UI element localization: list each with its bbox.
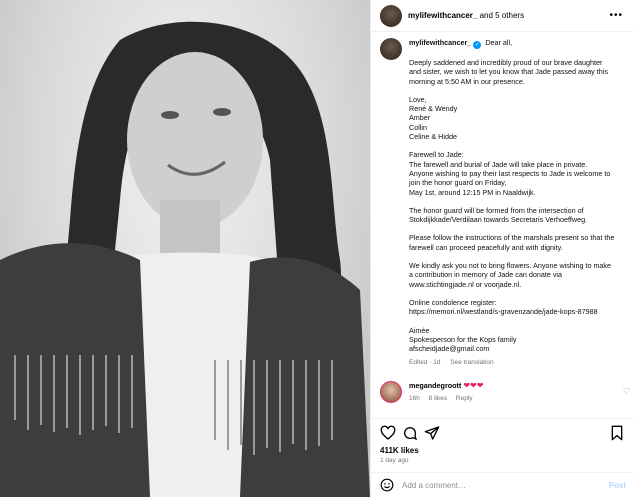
post-panel: mylifewithcancer_ and 5 others ••• mylif… [370,0,634,497]
verified-icon: ✓ [473,41,482,49]
caption-line: afscheidjade@gmail.com [409,344,490,354]
caption-line: May 1st, around 12:15 PM in Naaldwijk. [409,187,536,197]
caption-line: Spokesperson for the Kops family [409,334,517,344]
caption-line: Aimée [409,325,430,335]
caption-meta: Edited · 1d See translation [409,358,627,367]
comment-time: 16h [409,395,420,402]
header-username[interactable]: mylifewithcancer_ [408,11,477,20]
caption-line: The farewell and burial of Jade will tak… [409,159,588,169]
author-avatar[interactable] [380,4,402,27]
caption-line: We kindly ask you not to bring flowers. … [409,261,612,271]
comment-icon[interactable] [402,425,418,441]
caption-line: Dear all, [485,38,513,47]
comment-like-icon[interactable]: ♡ [623,387,630,396]
comment-input[interactable] [402,480,609,490]
caption-line: René & Wendy [409,104,458,114]
commenter-username[interactable]: megandegroott [409,381,461,390]
caption-line: farewell can proceed peacefully and with… [409,242,563,252]
caption-line: Anyone wishing to pay their last respect… [409,168,611,178]
caption-line: Farewell to Jade: [409,150,464,160]
post-header: mylifewithcancer_ and 5 others ••• [371,0,634,32]
comment-body: megandegroott ❤❤❤ 16h 8 likes Reply [409,381,483,404]
caption-line: morning at 5:50 AM in our presence. [409,76,525,86]
add-comment-bar: Post [371,472,634,497]
caption-line: Stokdijkkade/Verdilaan towards Secretari… [409,215,588,225]
post-actions: 411K likes 1 day ago [371,418,634,464]
portrait-image [0,21,370,497]
heart-icon[interactable] [380,425,396,441]
caption-line: Amber [409,113,431,123]
post-time: 1 day ago [380,457,409,464]
caption-line: Love, [409,94,427,104]
caption-line: Celine & Hidde [409,132,457,142]
caption-avatar[interactable] [380,38,402,60]
likes-count[interactable]: 411K likes [380,446,626,455]
caption-body: mylifewithcancer_ ✓ Dear all, Deeply sadd… [409,38,627,368]
emoji-icon[interactable] [380,478,394,492]
caption-username[interactable]: mylifewithcancer_ [409,38,471,47]
see-translation-link[interactable]: See translation [450,359,493,366]
comment-text: ❤❤❤ [463,381,484,390]
caption: mylifewithcancer_ ✓ Dear all, Deeply sadd… [380,38,630,368]
post-button[interactable]: Post [609,481,626,490]
more-icon[interactable]: ••• [609,10,623,21]
caption-line: Please follow the instructions of the ma… [409,233,615,243]
caption-edited: Edited · 1d [409,359,441,367]
caption-line: Collin [409,122,427,132]
header-coauthors[interactable]: and 5 others [480,11,524,20]
header-authors: mylifewithcancer_ and 5 others [408,11,524,20]
caption-line: join the honor guard on Friday, [409,178,507,188]
caption-line: Online condolence register: [409,297,497,307]
caption-first-line: mylifewithcancer_ ✓ Dear all, [409,38,627,49]
post-photo[interactable] [0,0,370,497]
caption-line: www.stichtingjade.nl or voorjade.nl. [409,279,522,289]
caption-line: Deeply saddened and incredibly proud of … [409,58,603,67]
bookmark-icon[interactable] [610,425,624,441]
share-icon[interactable] [424,425,440,441]
comment: megandegroott ❤❤❤ 16h 8 likes Reply ♡ [380,381,630,404]
reply-button[interactable]: Reply [456,395,473,402]
caption-line: a contribution in memory of Jade can don… [409,270,563,280]
comment-likes[interactable]: 8 likes [429,395,447,402]
caption-line: The honor guard will be formed from the … [409,205,584,215]
comment-meta: 16h 8 likes Reply [409,394,483,404]
commenter-avatar[interactable] [380,381,402,403]
caption-line: https://memori.nl/westland/s-gravenzande… [409,307,598,317]
caption-line: and sister, we wish to let you know that… [409,67,608,77]
